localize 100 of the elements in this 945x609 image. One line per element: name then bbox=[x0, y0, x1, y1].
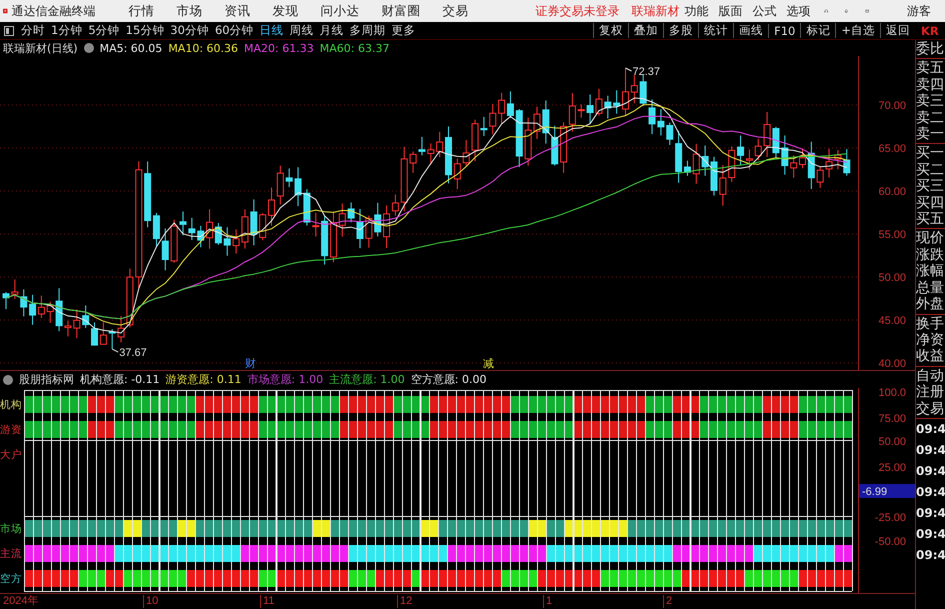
row-label: 市场 bbox=[0, 523, 22, 535]
axis-label: 65.00 bbox=[878, 143, 906, 155]
row-label: 空方 bbox=[0, 573, 22, 585]
date-label: 2 bbox=[663, 595, 672, 608]
trade-time: 09:4 bbox=[916, 420, 945, 438]
quote-field-label: 净资 bbox=[916, 332, 945, 348]
indicator-value: 游资意愿: 0.11 bbox=[166, 372, 242, 387]
quote-field-label: 外盘 bbox=[916, 296, 945, 312]
quote-field-label: 换手 bbox=[916, 316, 945, 332]
row-label: 游资 bbox=[0, 424, 22, 436]
menu-item[interactable]: 发现 bbox=[262, 2, 310, 20]
period-tab[interactable]: 15分钟 bbox=[122, 23, 168, 38]
indicator-value: 空方意愿: 0.00 bbox=[410, 372, 486, 387]
trade-time: 09:4 bbox=[916, 526, 945, 543]
user-label[interactable]: 游客 bbox=[907, 2, 931, 20]
quote-field-label: 卖二 bbox=[916, 110, 945, 126]
quote-field-label: 自动 bbox=[916, 368, 945, 384]
toolbar-button[interactable]: 标记 bbox=[800, 23, 836, 38]
trade-time: 09:4 bbox=[916, 546, 945, 564]
quote-field-label: 卖四 bbox=[916, 76, 945, 94]
period-tab[interactable]: 60分钟 bbox=[212, 23, 257, 38]
menu-item[interactable]: 财富圈 bbox=[370, 2, 432, 20]
quote-field-label: 卖一 bbox=[916, 126, 945, 142]
menu-item[interactable]: 交易 bbox=[432, 2, 480, 20]
menu-item[interactable]: 公式 bbox=[748, 2, 782, 20]
axis-label: 75.00 bbox=[878, 413, 906, 425]
panel-toggle-icon[interactable] bbox=[4, 26, 14, 36]
period-tab[interactable]: 1分钟 bbox=[48, 23, 86, 38]
date-label: 11 bbox=[260, 595, 274, 608]
period-tab[interactable]: 日线 bbox=[256, 23, 287, 38]
menu-item[interactable]: 市场 bbox=[166, 2, 214, 20]
leader-line bbox=[625, 68, 632, 72]
period-tab[interactable]: 月线 bbox=[316, 23, 347, 38]
dropdown-icon[interactable] bbox=[84, 43, 94, 53]
quote-field-label: 买二 bbox=[916, 162, 945, 178]
cursor-value-background bbox=[859, 484, 915, 498]
indicator-value: 主流意愿: 1.00 bbox=[329, 372, 405, 387]
moving-average-legend: MA20: 61.33 bbox=[244, 42, 314, 54]
quote-field-label: 买五 bbox=[916, 211, 945, 228]
axis-label: 25.00 bbox=[878, 462, 906, 474]
quote-field-label: 委比 bbox=[916, 41, 945, 58]
quote-field-label: 总量 bbox=[916, 280, 945, 296]
axis-label: 50.00 bbox=[878, 436, 906, 448]
axis-label: 50.00 bbox=[878, 272, 906, 284]
toolbar-button[interactable]: 多股 bbox=[663, 23, 698, 38]
axis-label: 60.00 bbox=[878, 186, 906, 198]
menu-item[interactable]: 资讯 bbox=[214, 2, 262, 20]
menu-item[interactable]: 功能 bbox=[680, 2, 714, 20]
menu-item[interactable]: 选项 bbox=[782, 2, 816, 20]
login-notice[interactable]: 证券交易未登录 bbox=[536, 2, 620, 20]
axis-label: 45.00 bbox=[878, 315, 906, 327]
date-label: 1 bbox=[543, 595, 552, 608]
toolbar-button[interactable]: 复权 bbox=[593, 23, 628, 38]
axis-label: -50.00 bbox=[874, 536, 906, 548]
trade-time: 09:4 bbox=[916, 504, 945, 522]
row-label: 机构 bbox=[0, 399, 22, 411]
axis-label: 40.00 bbox=[878, 358, 906, 370]
period-tab[interactable]: 分时 bbox=[18, 23, 48, 38]
event-marker: 财 bbox=[244, 357, 256, 370]
period-tab[interactable]: 30分钟 bbox=[167, 23, 212, 38]
dropdown-icon[interactable] bbox=[3, 374, 13, 384]
date-label: 12 bbox=[397, 595, 412, 608]
menu-item[interactable]: 行情 bbox=[118, 2, 166, 20]
trade-time: 09:4 bbox=[916, 484, 945, 501]
toolbar-button[interactable]: 返回 bbox=[880, 23, 915, 38]
chart-title: 联瑞新材(日线) bbox=[3, 40, 78, 56]
toolbar-button[interactable]: 统计 bbox=[698, 23, 734, 38]
quote-field-label: 涨幅 bbox=[916, 263, 945, 280]
menu-item[interactable]: 问小达 bbox=[310, 2, 370, 20]
stock-name-link[interactable]: 联瑞新材 bbox=[632, 2, 680, 20]
axis-label: 100.0 bbox=[878, 388, 906, 399]
toolbar-button[interactable]: F10 bbox=[768, 24, 800, 38]
period-tab[interactable]: 周线 bbox=[286, 23, 317, 38]
date-label: 2024年 bbox=[2, 595, 38, 608]
indicator-value: 机构意愿: -0.11 bbox=[80, 372, 160, 387]
quote-field-label: 卖五 bbox=[916, 60, 945, 77]
toolbar-button[interactable]: 叠加 bbox=[628, 23, 664, 38]
menu-item[interactable]: 版面 bbox=[714, 2, 748, 20]
indicator-title: 股朋指标网 bbox=[19, 372, 74, 387]
moving-average-legend: MA10: 60.36 bbox=[168, 42, 238, 54]
period-tab[interactable]: 更多 bbox=[388, 23, 419, 38]
quote-field-label: 买三 bbox=[916, 178, 945, 195]
period-tab[interactable]: 5分钟 bbox=[85, 23, 123, 38]
toolbar-button[interactable]: 画线 bbox=[733, 23, 768, 38]
badge-label: KR bbox=[921, 24, 940, 38]
toolbar-button[interactable]: +自选 bbox=[835, 23, 880, 38]
quote-field-label: 卖三 bbox=[916, 93, 945, 110]
row-label: 主流 bbox=[0, 548, 22, 560]
quote-field-label: 买四 bbox=[916, 194, 945, 212]
moving-average-legend: MA60: 63.37 bbox=[320, 42, 390, 54]
cursor-value: -6.99 bbox=[862, 486, 888, 498]
leader-line bbox=[112, 348, 119, 353]
trade-time: 09:4 bbox=[916, 442, 945, 459]
quote-field-label: 涨跌 bbox=[916, 246, 945, 264]
axis-label: 70.00 bbox=[878, 100, 906, 112]
quote-field-label: 现价 bbox=[916, 230, 945, 247]
period-tab[interactable]: 多周期 bbox=[346, 23, 389, 38]
moving-average-legend: MA5: 60.05 bbox=[100, 42, 162, 54]
event-marker: 减 bbox=[482, 357, 494, 370]
axis-label: 55.00 bbox=[878, 229, 906, 241]
